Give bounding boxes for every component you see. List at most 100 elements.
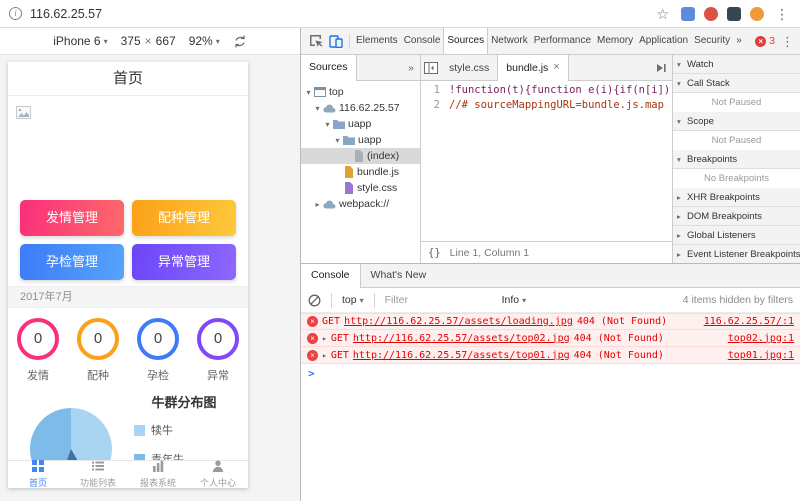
action-button-grid: 发情管理 配种管理 孕检管理 异常管理	[20, 200, 236, 280]
tree-item-index[interactable]: (index)	[301, 148, 420, 164]
tab-home[interactable]: 首页	[8, 460, 68, 488]
estrus-management-button[interactable]: 发情管理	[20, 200, 124, 236]
legend-label: 犊牛	[151, 425, 173, 437]
tab-console[interactable]: Console	[401, 28, 444, 54]
editor-tab-style-css[interactable]: style.css	[441, 55, 497, 81]
console-source-link[interactable]: top02.jpg:1	[718, 333, 794, 344]
tab-label: 个人中心	[199, 478, 236, 488]
drawer-tab-console[interactable]: Console	[301, 263, 361, 288]
abnormal-management-button[interactable]: 异常管理	[132, 244, 236, 280]
navigator-tab-sources[interactable]: Sources	[301, 54, 357, 81]
console-prompt[interactable]: >	[301, 364, 800, 383]
section-label: Call Stack	[687, 77, 730, 89]
tree-item-folder[interactable]: ▾ uapp	[301, 116, 420, 132]
tree-item-webpack[interactable]: ▸ webpack://	[301, 196, 420, 212]
tree-item-bundle-js[interactable]: bundle.js	[301, 164, 420, 180]
section-xhr-breakpoints[interactable]: ▸ XHR Breakpoints	[673, 188, 800, 207]
tab-network[interactable]: Network	[488, 28, 531, 54]
page-title: 首页	[8, 62, 248, 96]
pie-chart-title: 牛群分布图	[151, 395, 217, 410]
section-scope[interactable]: ▾ Scope	[673, 112, 800, 131]
error-icon: ×	[307, 316, 318, 327]
error-icon: ×	[307, 332, 318, 344]
page-info-icon[interactable]: i	[9, 7, 22, 20]
pretty-print-icon[interactable]: {}	[428, 247, 441, 259]
more-tabs-icon[interactable]: »	[733, 28, 745, 54]
browser-address-bar: i 116.62.25.57 ☆ ⋮	[0, 0, 800, 28]
extension-icon[interactable]	[704, 6, 718, 21]
breakpoints-note: No Breakpoints	[673, 169, 800, 188]
code-line: 2 //# sourceMappingURL=bundle.js.map	[421, 98, 672, 113]
call-stack-note: Not Paused	[673, 93, 800, 112]
device-toggle-icon[interactable]	[326, 28, 346, 54]
expand-triangle-icon[interactable]: ▸	[322, 334, 327, 343]
extension-icon[interactable]	[727, 6, 741, 21]
section-global-listeners[interactable]: ▸ Global Listeners	[673, 226, 800, 245]
close-icon[interactable]: ×	[553, 62, 559, 73]
navigator-more-icon[interactable]: »	[408, 62, 420, 74]
tree-item-style-css[interactable]: style.css	[301, 180, 420, 196]
tree-item-top[interactable]: ▾ top	[301, 84, 420, 100]
tab-elements[interactable]: Elements	[353, 28, 401, 54]
section-dom-breakpoints[interactable]: ▸ DOM Breakpoints	[673, 207, 800, 226]
device-name: iPhone 6	[53, 34, 101, 48]
navigator-toggle-icon[interactable]	[421, 55, 441, 81]
drawer-tab-whats-new[interactable]: What's New	[361, 264, 437, 288]
run-snippet-icon[interactable]	[655, 62, 672, 74]
tree-label: uapp	[348, 118, 372, 130]
section-label: Breakpoints	[687, 153, 738, 165]
viewport-width[interactable]: 375	[121, 34, 141, 48]
tree-item-domain[interactable]: ▾ 116.62.25.57	[301, 100, 420, 116]
console-filter-input[interactable]	[384, 294, 495, 306]
pregnancy-check-button[interactable]: 孕检管理	[20, 244, 124, 280]
console-error-row: × GET http://116.62.25.57/assets/loading…	[301, 313, 800, 330]
devtools-menu-icon[interactable]: ⋮	[781, 35, 794, 48]
error-count: 3	[769, 35, 775, 47]
console-source-link[interactable]: top01.jpg:1	[718, 350, 794, 361]
console-message-url[interactable]: http://116.62.25.57/assets/top01.jpg	[353, 350, 570, 361]
console-message-status: 404 (Not Found)	[576, 316, 668, 327]
section-label: DOM Breakpoints	[687, 210, 762, 222]
tree-item-folder[interactable]: ▾ uapp	[301, 132, 420, 148]
expand-triangle-icon[interactable]: ▸	[322, 351, 327, 360]
log-level-select[interactable]: Info ▾	[502, 294, 527, 306]
debugger-sidebar: ▾ Watch ▾ Call Stack Not Paused ▾ Scope …	[673, 55, 800, 263]
editor-tab-bundle-js[interactable]: bundle.js ×	[497, 54, 569, 81]
tab-personal-center[interactable]: 个人中心	[188, 460, 248, 488]
bookmark-star-icon[interactable]: ☆	[656, 7, 669, 21]
url-text[interactable]: 116.62.25.57	[30, 7, 102, 21]
tab-performance[interactable]: Performance	[531, 28, 594, 54]
inspect-element-icon[interactable]	[306, 28, 326, 54]
tree-label: webpack://	[339, 198, 390, 210]
code-editor[interactable]: 1 !function(t){function e(i){if(n[i])ret…	[421, 81, 672, 241]
section-breakpoints[interactable]: ▾ Breakpoints	[673, 150, 800, 169]
tab-report-system[interactable]: 报表系统	[128, 460, 188, 488]
section-watch[interactable]: ▾ Watch	[673, 55, 800, 74]
error-count-badge[interactable]: × 3	[755, 35, 775, 47]
console-message-url[interactable]: http://116.62.25.57/assets/loading.jpg	[344, 316, 573, 327]
folder-icon	[343, 135, 355, 145]
tab-memory[interactable]: Memory	[594, 28, 636, 54]
breeding-management-button[interactable]: 配种管理	[132, 200, 236, 236]
extension-icon[interactable]	[681, 6, 695, 21]
console-source-link[interactable]: 116.62.25.57/:1	[694, 316, 794, 327]
viewport-height[interactable]: 667	[156, 34, 176, 48]
clear-console-icon[interactable]	[308, 294, 321, 307]
zoom-select[interactable]: 92% ▾	[189, 34, 220, 48]
device-select[interactable]: iPhone 6 ▾	[53, 34, 107, 48]
tab-function-list[interactable]: 功能列表	[68, 461, 128, 488]
console-message-url[interactable]: http://116.62.25.57/assets/top02.jpg	[353, 333, 570, 344]
section-event-listener-breakpoints[interactable]: ▸ Event Listener Breakpoints	[673, 245, 800, 263]
tab-application[interactable]: Application	[636, 28, 691, 54]
context-select[interactable]: top ▾	[342, 294, 364, 306]
stat-ring: 0	[17, 318, 59, 360]
section-call-stack[interactable]: ▾ Call Stack	[673, 74, 800, 93]
navigator-header: Sources »	[301, 54, 420, 81]
tab-security[interactable]: Security	[691, 28, 733, 54]
rotate-device-icon[interactable]	[233, 35, 247, 48]
extension-icon[interactable]	[750, 6, 764, 21]
stat-label: 异常	[207, 370, 229, 382]
chevron-down-icon: ▾	[359, 295, 364, 305]
tab-sources[interactable]: Sources	[443, 28, 489, 54]
browser-menu-icon[interactable]: ⋮	[773, 7, 791, 21]
